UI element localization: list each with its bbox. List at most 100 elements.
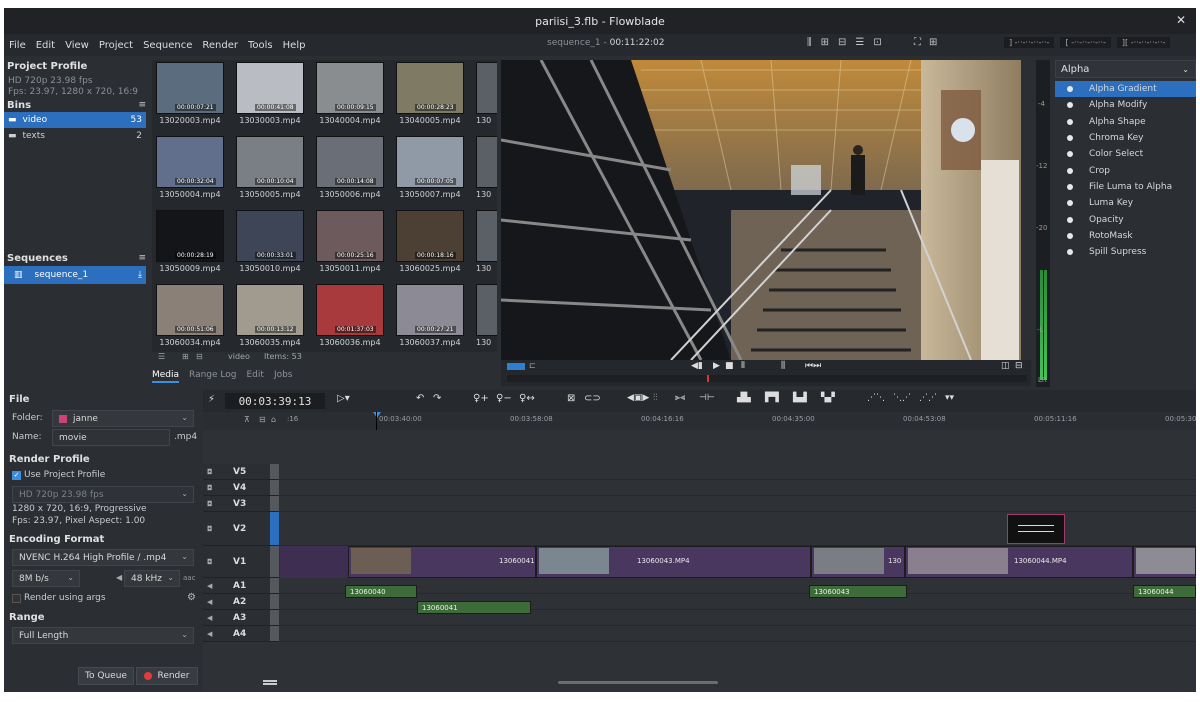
timeline-scrollbar[interactable]	[558, 681, 718, 684]
append-icon[interactable]: ▛▜	[765, 393, 779, 403]
timeline-ruler[interactable]: ⊼ ⊟ ⌂ :16 00:03:40:00 00:03:58:08 00:04:16:…	[203, 412, 1196, 430]
cut-icon[interactable]: ◀▣▶	[627, 393, 649, 403]
media-item[interactable]: 00:00:25:16 13050011.mp4	[316, 210, 386, 273]
fullscreen-icon[interactable]: ⛶	[914, 37, 921, 48]
extract-icon[interactable]: ⫸⫷	[675, 393, 685, 403]
bitrate-select[interactable]: 8M b/s ⌄	[12, 570, 80, 587]
clip-v1-13060043[interactable]: 13060043.MP4	[536, 546, 811, 578]
insert-icon[interactable]: ▟▙	[737, 393, 751, 403]
menu-edit[interactable]: Edit	[31, 40, 60, 51]
marker-range-icon[interactable]: ♀↔	[519, 393, 535, 404]
bins-menu-icon[interactable]: ≡	[138, 100, 146, 110]
track-visibility-icon[interactable]: ◘	[207, 484, 213, 492]
sequence-item[interactable]: ▥ sequence_1 ⤓	[4, 266, 146, 284]
remove-marker-icon[interactable]: ♀−	[496, 393, 512, 404]
media-item[interactable]: 00:00:27:21 13060037.mp4	[396, 284, 466, 347]
track-audio-icon[interactable]: ◀	[207, 630, 212, 638]
effect-item[interactable]: Alpha Gradient	[1055, 81, 1196, 98]
monitor-zoom-icon[interactable]: ⊟	[1015, 361, 1023, 371]
media-item[interactable]: 00:00:10:04 13050005.mp4	[236, 136, 306, 199]
clip-v1-end[interactable]	[1133, 546, 1196, 578]
link-icon[interactable]: ⊂⊃	[584, 393, 601, 404]
media-item-partial[interactable]: 130	[476, 284, 497, 347]
window-split-icon[interactable]: ⊞	[929, 37, 937, 48]
media-item[interactable]: 00:00:07:05 13050007.mp4	[396, 136, 466, 199]
effect-item[interactable]: Chroma Key	[1055, 130, 1196, 146]
effect-item[interactable]: Alpha Modify	[1055, 97, 1196, 113]
clip-v1-13060041[interactable]: 13060041	[348, 546, 536, 578]
goto-marks-icon[interactable]: ⏮⏭	[805, 361, 821, 371]
stop-icon[interactable]: ■	[725, 361, 734, 371]
tab-edit[interactable]: Edit	[247, 370, 264, 383]
effect-item[interactable]: RotoMask	[1055, 228, 1196, 244]
track-lock[interactable]	[270, 610, 279, 625]
position-bar[interactable]	[507, 375, 1027, 382]
menu-file[interactable]: File	[4, 40, 31, 51]
track-lane[interactable]	[280, 496, 1196, 512]
media-item[interactable]: 00:00:41:08 13030003.mp4	[236, 62, 306, 125]
media-item-partial[interactable]: 130	[476, 136, 497, 199]
clip-v1-13060044[interactable]: 13060044.MP4	[905, 546, 1133, 578]
add-marker-icon[interactable]: ♀+	[473, 393, 489, 404]
grid-view-icon[interactable]: ⊟	[196, 352, 203, 361]
media-item[interactable]: 00:00:33:01 13050010.mp4	[236, 210, 306, 273]
media-item[interactable]: 00:00:28:19 13050009.mp4	[156, 210, 226, 273]
undo-icon[interactable]: ↶	[416, 393, 424, 404]
clear-marks-icon[interactable]: ⫼	[781, 361, 785, 371]
effect-item[interactable]: Opacity	[1055, 211, 1196, 227]
track-lock[interactable]	[270, 480, 279, 495]
layout-panels-icon[interactable]: ⊡	[873, 37, 881, 48]
track-lane[interactable]	[280, 480, 1196, 496]
media-item[interactable]: 00:00:32:04 13050004.mp4	[156, 136, 226, 199]
track-header[interactable]: ◘ V2	[203, 512, 279, 546]
menu-help[interactable]: Help	[278, 40, 311, 51]
track-lock[interactable]	[270, 464, 279, 479]
folder-select[interactable]: janne ⌄	[52, 410, 194, 427]
track-visibility-icon[interactable]: ◘	[207, 525, 213, 533]
sync-icon[interactable]: ⋰⋱	[867, 393, 885, 403]
range-select[interactable]: Full Length ⌄	[12, 627, 194, 644]
name-input[interactable]: movie	[52, 429, 170, 446]
edit-mode-icon[interactable]: ⚡	[208, 394, 215, 405]
track-lock[interactable]	[270, 626, 279, 641]
track-audio-icon[interactable]: ◀	[207, 582, 212, 590]
monitor-mode-icon[interactable]	[507, 363, 525, 370]
track-visibility-icon[interactable]: ◘	[207, 500, 213, 508]
menu-view[interactable]: View	[60, 40, 94, 51]
close-icon[interactable]: ✕	[1176, 13, 1186, 27]
track-header[interactable]: ◘ V3	[203, 496, 279, 512]
track-header[interactable]: ◀ A4	[203, 626, 279, 642]
media-item[interactable]: 00:00:51:06 13060034.mp4	[156, 284, 226, 347]
timeline-timecode[interactable]: 00:03:39:13	[225, 393, 325, 409]
track-header[interactable]: ◀ A3	[203, 610, 279, 626]
media-item[interactable]: 00:00:07:21 13020003.mp4	[156, 62, 226, 125]
bin-item-texts[interactable]: ▬ texts 2	[4, 128, 146, 144]
encoding-select[interactable]: NVENC H.264 High Profile / .mp4 ⌄	[12, 549, 194, 566]
effect-item[interactable]: Spill Supress	[1055, 244, 1196, 260]
layout-monitor-icon[interactable]: ⊟	[838, 37, 846, 48]
track-lock[interactable]	[270, 496, 279, 511]
trim-icon[interactable]: ⋰⋰	[919, 393, 937, 403]
bin-item-video[interactable]: ▬ video 53	[4, 112, 146, 128]
media-item[interactable]: 00:00:28:23 13040005.mp4	[396, 62, 466, 125]
effects-category-select[interactable]: Alpha ⌄	[1055, 60, 1196, 78]
layout-mixer-icon[interactable]: ⫼	[807, 37, 812, 48]
track-visibility-icon[interactable]: ◘	[207, 558, 213, 566]
media-item[interactable]: 00:01:37:03 13060036.mp4	[316, 284, 386, 347]
tab-media[interactable]: Media	[152, 370, 180, 383]
menu-project[interactable]: Project	[94, 40, 138, 51]
list-view-icon[interactable]: ☰	[158, 352, 165, 361]
track-visibility-icon[interactable]: ◘	[207, 468, 213, 476]
clip-a2-13060041[interactable]: 13060041	[417, 601, 531, 614]
to-queue-button[interactable]: To Queue	[78, 667, 134, 685]
track-lock[interactable]	[270, 578, 279, 593]
menu-tools[interactable]: Tools	[243, 40, 278, 51]
menu-sequence[interactable]: Sequence	[138, 40, 197, 51]
ruler-lock-icon[interactable]: ⌂	[271, 415, 276, 424]
media-item[interactable]: 00:00:18:16 13060025.mp4	[396, 210, 466, 273]
track-audio-icon[interactable]: ◀	[207, 598, 212, 606]
clip-a1-13060040[interactable]: 13060040	[345, 585, 417, 598]
tab-range-log[interactable]: Range Log	[189, 370, 236, 383]
overwrite-icon[interactable]: ▙▟	[793, 393, 807, 403]
track-header[interactable]: ◘ V5	[203, 464, 279, 480]
